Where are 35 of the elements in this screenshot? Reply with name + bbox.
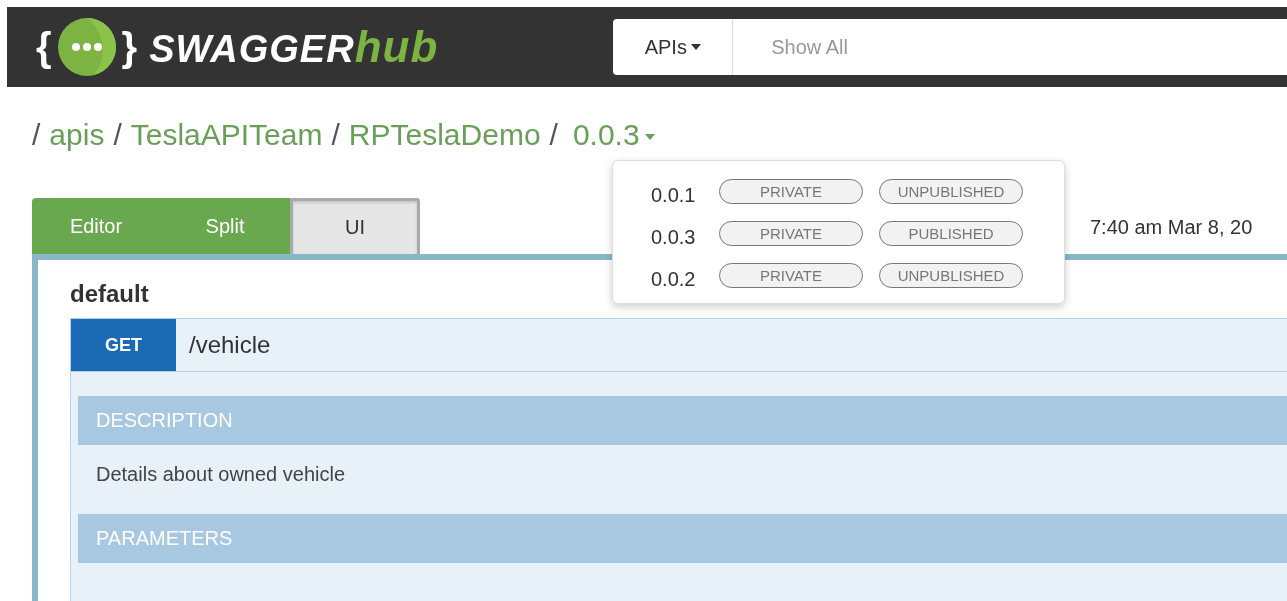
view-tab[interactable]: Split — [160, 198, 290, 254]
search-field[interactable]: Show All — [733, 19, 1287, 75]
breadcrumb-link[interactable]: TeslaAPITeam — [130, 118, 323, 152]
caret-icon — [644, 134, 655, 141]
breadcrumb-separator: / — [113, 118, 122, 152]
scope-dropdown[interactable]: APIs — [613, 19, 734, 75]
breadcrumb-link[interactable]: apis — [49, 118, 105, 152]
section-text: Details about owned vehicle — [96, 463, 347, 486]
endpoint-path: /vehicle — [189, 331, 271, 359]
view-tab[interactable]: Editor — [32, 198, 160, 254]
breadcrumb-link[interactable]: RPTeslaDemo — [348, 118, 541, 152]
version-option[interactable]: 0.0.2 — [651, 260, 703, 291]
status-badge: PUBLISHED — [879, 221, 1023, 246]
breadcrumb-separator: / — [32, 118, 41, 152]
status-badge: UNPUBLISHED — [879, 179, 1023, 204]
section-header: PARAMETERS — [78, 514, 1287, 563]
version-option[interactable]: 0.0.3 — [651, 218, 703, 249]
last-saved-time: 7:40 am Mar 8, 20 — [1090, 216, 1253, 239]
visibility-badge: PRIVATE — [719, 179, 863, 204]
logo-wordmark: SWAGGERhub — [149, 22, 439, 72]
logo-icon — [57, 18, 116, 76]
version-option[interactable]: 0.0.1 — [651, 176, 703, 207]
view-tab[interactable]: UI — [290, 198, 420, 254]
visibility-badge: PRIVATE — [719, 263, 863, 288]
breadcrumb-separator: / — [331, 118, 340, 152]
breadcrumb-separator: / — [549, 118, 558, 152]
status-badge: UNPUBLISHED — [879, 263, 1023, 288]
logo-brace: } — [121, 24, 138, 70]
group-title: default — [70, 280, 150, 308]
section-header: DESCRIPTION — [78, 396, 1287, 445]
method-badge: GET — [71, 319, 176, 371]
visibility-badge: PRIVATE — [719, 221, 863, 246]
version-dropdown[interactable]: 0.0.3 — [572, 118, 655, 152]
caret-icon — [690, 44, 701, 50]
logo-brace: { — [36, 24, 52, 70]
